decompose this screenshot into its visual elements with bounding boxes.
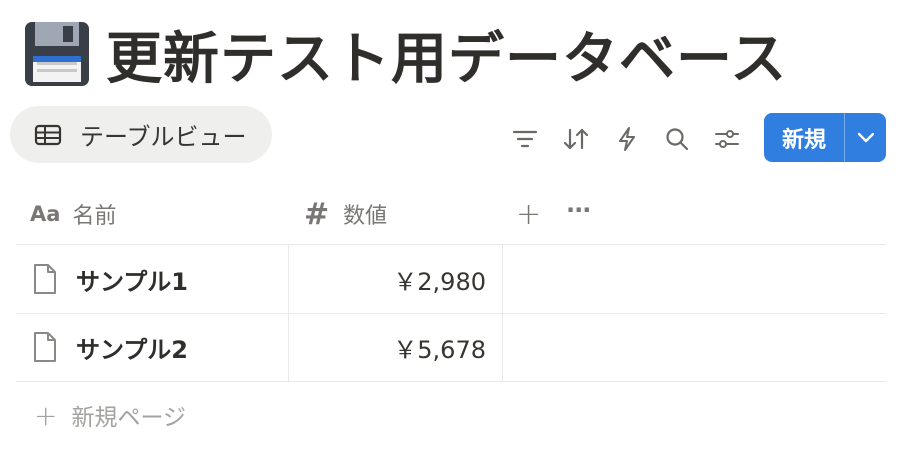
name-cell[interactable]: サンプル2 (30, 313, 188, 381)
column-label: 数値 (343, 204, 388, 229)
page-title[interactable]: 更新テスト用データベース (106, 14, 787, 95)
name-cell[interactable]: サンプル1 (30, 245, 188, 313)
settings-icon[interactable] (710, 116, 744, 162)
page-header: 更新テスト用データベース (20, 16, 787, 92)
new-page-label: 新規ページ (71, 405, 187, 431)
new-page-button[interactable]: + 新規ページ (34, 392, 186, 438)
page-icon (30, 261, 60, 297)
column-divider (288, 245, 289, 381)
chevron-down-icon (857, 132, 874, 142)
value-cell[interactable]: ￥2,980 (393, 245, 486, 313)
row-name: サンプル1 (76, 267, 188, 296)
column-header-name[interactable]: Aa 名前 (30, 182, 116, 246)
value-cell[interactable]: ￥5,678 (393, 313, 486, 381)
more-options-button[interactable]: ··· (566, 178, 591, 242)
plus-icon: + (34, 398, 58, 432)
page-icon (30, 329, 60, 365)
new-button[interactable]: 新規 (764, 113, 844, 162)
column-divider (502, 245, 503, 381)
new-button-group: 新規 (764, 113, 886, 162)
row-name: サンプル2 (76, 335, 188, 364)
column-label: 名前 (72, 204, 117, 229)
filter-icon[interactable] (508, 116, 542, 162)
new-dropdown-button[interactable] (845, 113, 886, 162)
sort-icon[interactable] (559, 116, 593, 162)
row-divider (16, 381, 886, 382)
text-property-icon: Aa (30, 202, 61, 226)
tab-table-view[interactable]: テーブルビュー (10, 106, 272, 163)
column-header-value[interactable]: # 数値 (304, 182, 387, 246)
automation-icon[interactable] (610, 116, 644, 162)
tab-label: テーブルビュー (80, 123, 247, 151)
number-property-icon: # (304, 196, 330, 232)
floppy-disk-icon[interactable] (20, 19, 94, 89)
add-column-button[interactable]: + (516, 182, 541, 246)
table-icon (34, 123, 64, 147)
search-icon[interactable] (660, 116, 694, 162)
